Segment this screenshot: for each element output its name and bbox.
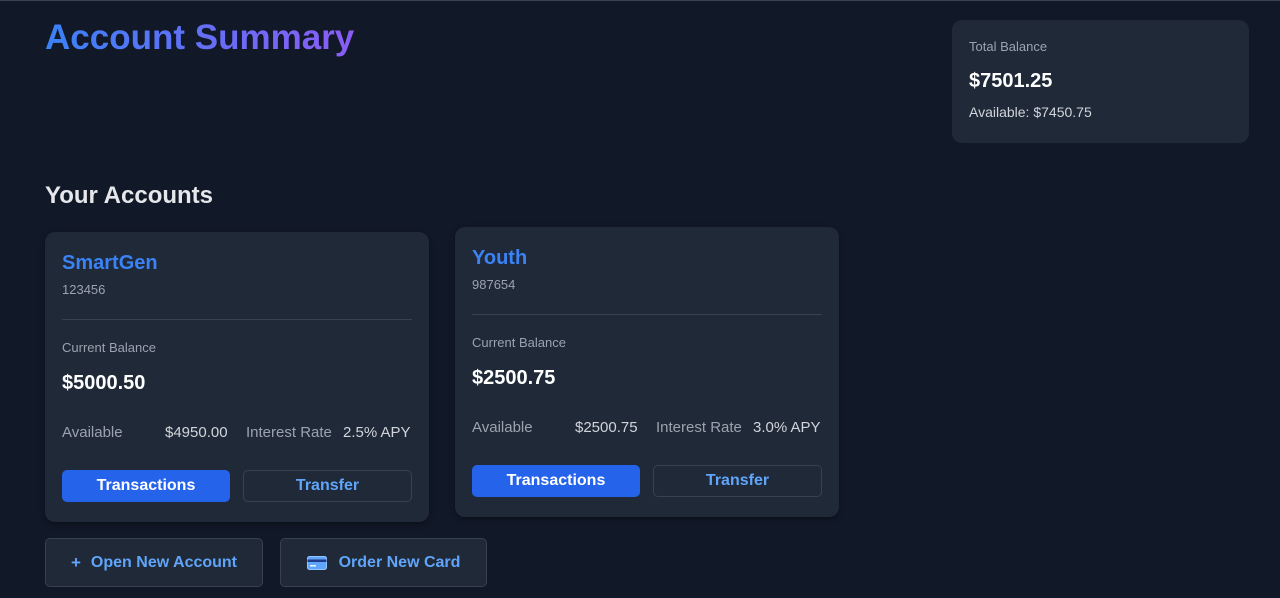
credit-card-icon [306, 555, 327, 570]
accounts-section-title: Your Accounts [45, 182, 214, 209]
account-actions: Transactions Transfer [472, 465, 822, 497]
open-new-account-button[interactable]: + Open New Account [45, 538, 263, 587]
interest-rate-value: 3.0% APY [753, 419, 821, 436]
interest-rate-value: 2.5% APY [343, 424, 411, 441]
account-actions: Transactions Transfer [62, 470, 412, 502]
interest-rate-label: Interest Rate [656, 419, 742, 436]
interest-rate-label: Interest Rate [246, 424, 332, 441]
available-label: Available [62, 424, 123, 441]
total-balance-label: Total Balance [969, 39, 1048, 54]
available-label: Available [472, 419, 533, 436]
account-card-youth: Youth 987654 Current Balance $2500.75 Av… [455, 227, 839, 517]
account-details-row: Available $2500.75 Interest Rate 3.0% AP… [472, 418, 822, 438]
available-value: $2500.75 [575, 419, 638, 436]
open-new-account-label: Open New Account [90, 553, 238, 571]
plus-icon: + [70, 552, 81, 572]
transactions-button[interactable]: Transactions [62, 470, 230, 502]
total-available-text: Available: $7450.75 [969, 104, 1092, 120]
account-divider [472, 314, 822, 315]
account-number: 123456 [62, 282, 106, 297]
transfer-button[interactable]: Transfer [243, 470, 412, 502]
account-divider [62, 319, 412, 320]
account-details-row: Available $4950.00 Interest Rate 2.5% AP… [62, 423, 412, 443]
available-value: $4950.00 [165, 424, 228, 441]
current-balance-label: Current Balance [62, 340, 156, 355]
account-number: 987654 [472, 277, 516, 292]
order-new-card-label: Order New Card [338, 553, 461, 571]
transfer-button[interactable]: Transfer [653, 465, 822, 497]
current-balance-value: $2500.75 [472, 367, 556, 389]
transactions-button[interactable]: Transactions [472, 465, 640, 497]
account-name: Youth [472, 247, 528, 269]
account-card-smartgen: SmartGen 123456 Current Balance $5000.50… [45, 232, 429, 522]
account-name: SmartGen [62, 252, 158, 274]
top-border [0, 0, 1280, 1]
order-new-card-button[interactable]: Order New Card [280, 538, 487, 587]
page-title: Account Summary [45, 18, 355, 57]
total-balance-value: $7501.25 [969, 70, 1053, 92]
current-balance-label: Current Balance [472, 335, 566, 350]
total-balance-card: Total Balance $7501.25 Available: $7450.… [952, 20, 1249, 143]
current-balance-value: $5000.50 [62, 372, 146, 394]
